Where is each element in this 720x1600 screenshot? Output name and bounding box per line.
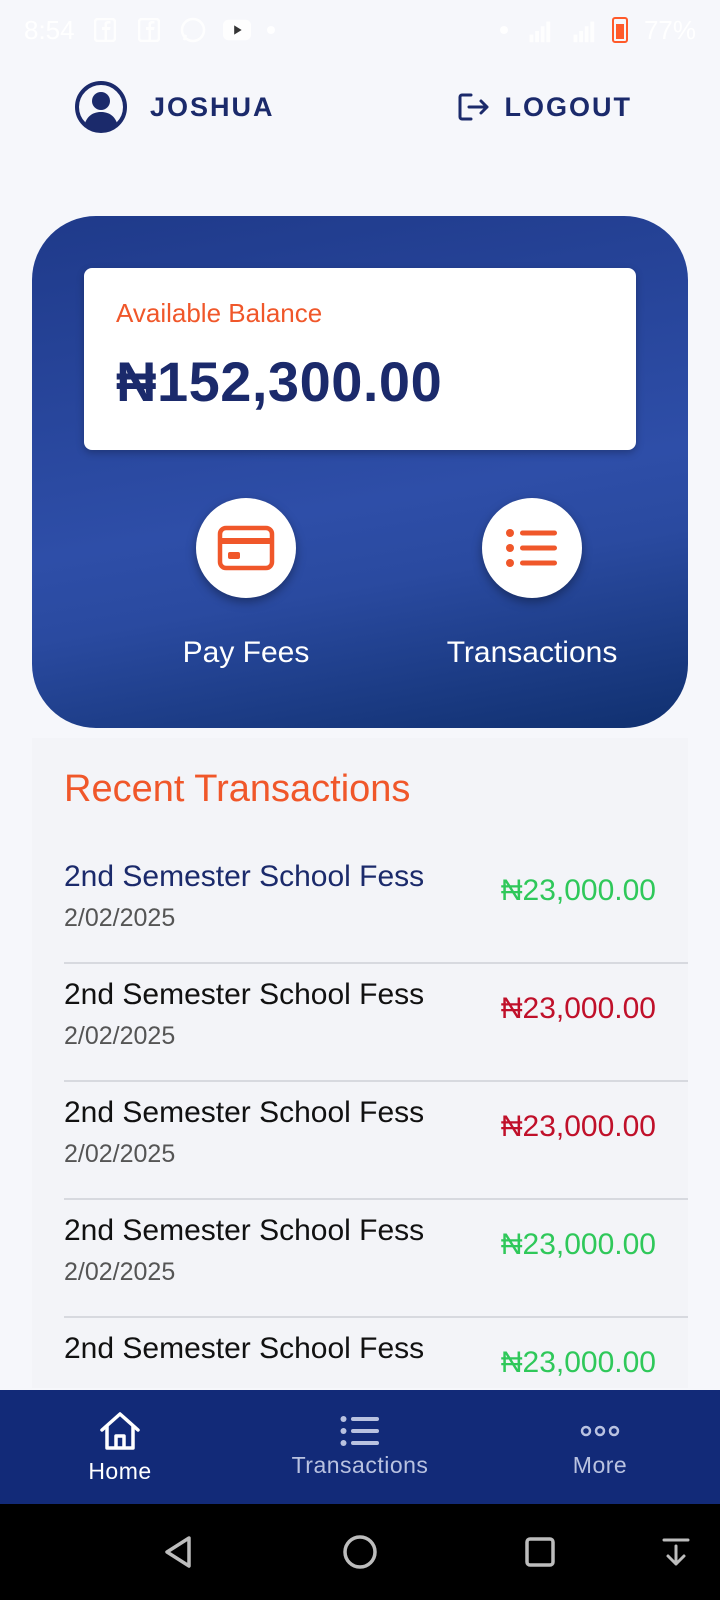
nav-home[interactable]: Home bbox=[0, 1410, 240, 1485]
transaction-date: 2/02/2025 bbox=[64, 1022, 176, 1050]
signal-4g-icon bbox=[524, 16, 552, 44]
home-system-button[interactable] bbox=[336, 1528, 384, 1576]
more-dots-icon bbox=[580, 1425, 620, 1436]
youtube-icon bbox=[222, 16, 251, 44]
whatsapp-icon bbox=[179, 16, 207, 44]
status-time: 8:54 bbox=[24, 14, 75, 45]
logout-button[interactable]: LOGOUT bbox=[457, 92, 633, 123]
transaction-amount: ₦23,000.00 bbox=[500, 1228, 656, 1261]
app-header: JOSHUA LOGOUT bbox=[0, 72, 720, 142]
status-bar: 8:54 77% bbox=[0, 0, 720, 60]
recents-button[interactable] bbox=[516, 1528, 564, 1576]
transactions-label: Transactions bbox=[446, 636, 618, 669]
battery-percent: 77% bbox=[643, 14, 696, 45]
transaction-row[interactable]: 2nd Semester School Fess 2/02/2025 ₦23,0… bbox=[64, 964, 688, 1082]
transaction-title: 2nd Semester School Fess bbox=[64, 1214, 425, 1247]
transaction-list: 2nd Semester School Fess 2/02/2025 ₦23,0… bbox=[64, 846, 688, 1436]
transaction-title: 2nd Semester School Fess bbox=[64, 978, 425, 1011]
balance-box: Available Balance ₦152,300.00 bbox=[84, 268, 636, 450]
pay-fees-button[interactable]: Pay Fees bbox=[136, 498, 356, 670]
balance-value: ₦152,300.00 bbox=[116, 350, 443, 413]
transaction-amount: ₦23,000.00 bbox=[500, 1346, 656, 1379]
user-avatar-icon bbox=[75, 81, 127, 133]
home-circle-icon bbox=[343, 1535, 377, 1569]
signal-dot-icon bbox=[499, 26, 508, 34]
nav-transactions-label: Transactions bbox=[291, 1451, 429, 1478]
list-icon bbox=[340, 1415, 379, 1446]
battery-icon bbox=[611, 17, 628, 43]
transaction-amount: ₦23,000.00 bbox=[500, 992, 656, 1025]
bottom-navigation: Home Transactions More bbox=[0, 1390, 720, 1504]
transactions-button[interactable]: Transactions bbox=[422, 498, 642, 670]
pull-down-icon bbox=[662, 1538, 690, 1566]
transaction-date: 2/02/2025 bbox=[64, 1140, 176, 1168]
logout-label: LOGOUT bbox=[504, 91, 632, 122]
username-label: JOSHUA bbox=[150, 91, 275, 122]
nav-home-label: Home bbox=[88, 1457, 152, 1484]
notification-shade-button[interactable] bbox=[652, 1528, 700, 1576]
list-icon bbox=[506, 529, 557, 567]
transaction-row[interactable]: 2nd Semester School Fess 2/02/2025 ₦23,0… bbox=[64, 1200, 688, 1318]
home-icon bbox=[100, 1411, 140, 1450]
back-triangle-icon bbox=[165, 1536, 191, 1568]
facebook-icon bbox=[91, 16, 119, 44]
transactions-icon-circle bbox=[482, 498, 582, 598]
recents-square-icon bbox=[525, 1537, 555, 1567]
balance-card: Available Balance ₦152,300.00 Pay Fees T… bbox=[32, 216, 688, 728]
transaction-title: 2nd Semester School Fess bbox=[64, 1332, 425, 1365]
transaction-amount: ₦23,000.00 bbox=[500, 874, 656, 907]
pay-fees-label: Pay Fees bbox=[182, 636, 310, 669]
credit-card-icon bbox=[217, 525, 275, 571]
system-nav-bar bbox=[0, 1504, 720, 1600]
nav-transactions[interactable]: Transactions bbox=[240, 1415, 480, 1479]
transaction-date: 2/02/2025 bbox=[64, 1258, 176, 1286]
recent-transactions-section: Recent Transactions 2nd Semester School … bbox=[32, 738, 688, 1436]
transaction-title: 2nd Semester School Fess bbox=[64, 860, 425, 893]
transaction-date: 2/02/2025 bbox=[64, 904, 176, 932]
pay-fees-icon-circle bbox=[196, 498, 296, 598]
logout-icon bbox=[458, 93, 488, 121]
recent-transactions-title: Recent Transactions bbox=[64, 768, 411, 810]
status-right: 77% bbox=[499, 14, 696, 46]
facebook-icon bbox=[135, 16, 163, 44]
balance-label: Available Balance bbox=[116, 298, 323, 328]
back-button[interactable] bbox=[154, 1528, 202, 1576]
notification-dot-icon bbox=[266, 26, 275, 34]
transaction-amount: ₦23,000.00 bbox=[500, 1110, 656, 1143]
transaction-title: 2nd Semester School Fess bbox=[64, 1096, 425, 1129]
transaction-row[interactable]: 2nd Semester School Fess 2/02/2025 ₦23,0… bbox=[64, 846, 688, 964]
status-left: 8:54 bbox=[24, 15, 275, 46]
nav-more-label: More bbox=[572, 1451, 628, 1478]
signal-4g-icon bbox=[568, 16, 596, 44]
user-profile[interactable]: JOSHUA bbox=[74, 80, 275, 134]
transaction-row[interactable]: 2nd Semester School Fess 2/02/2025 ₦23,0… bbox=[64, 1082, 688, 1200]
nav-more[interactable]: More bbox=[480, 1416, 720, 1479]
